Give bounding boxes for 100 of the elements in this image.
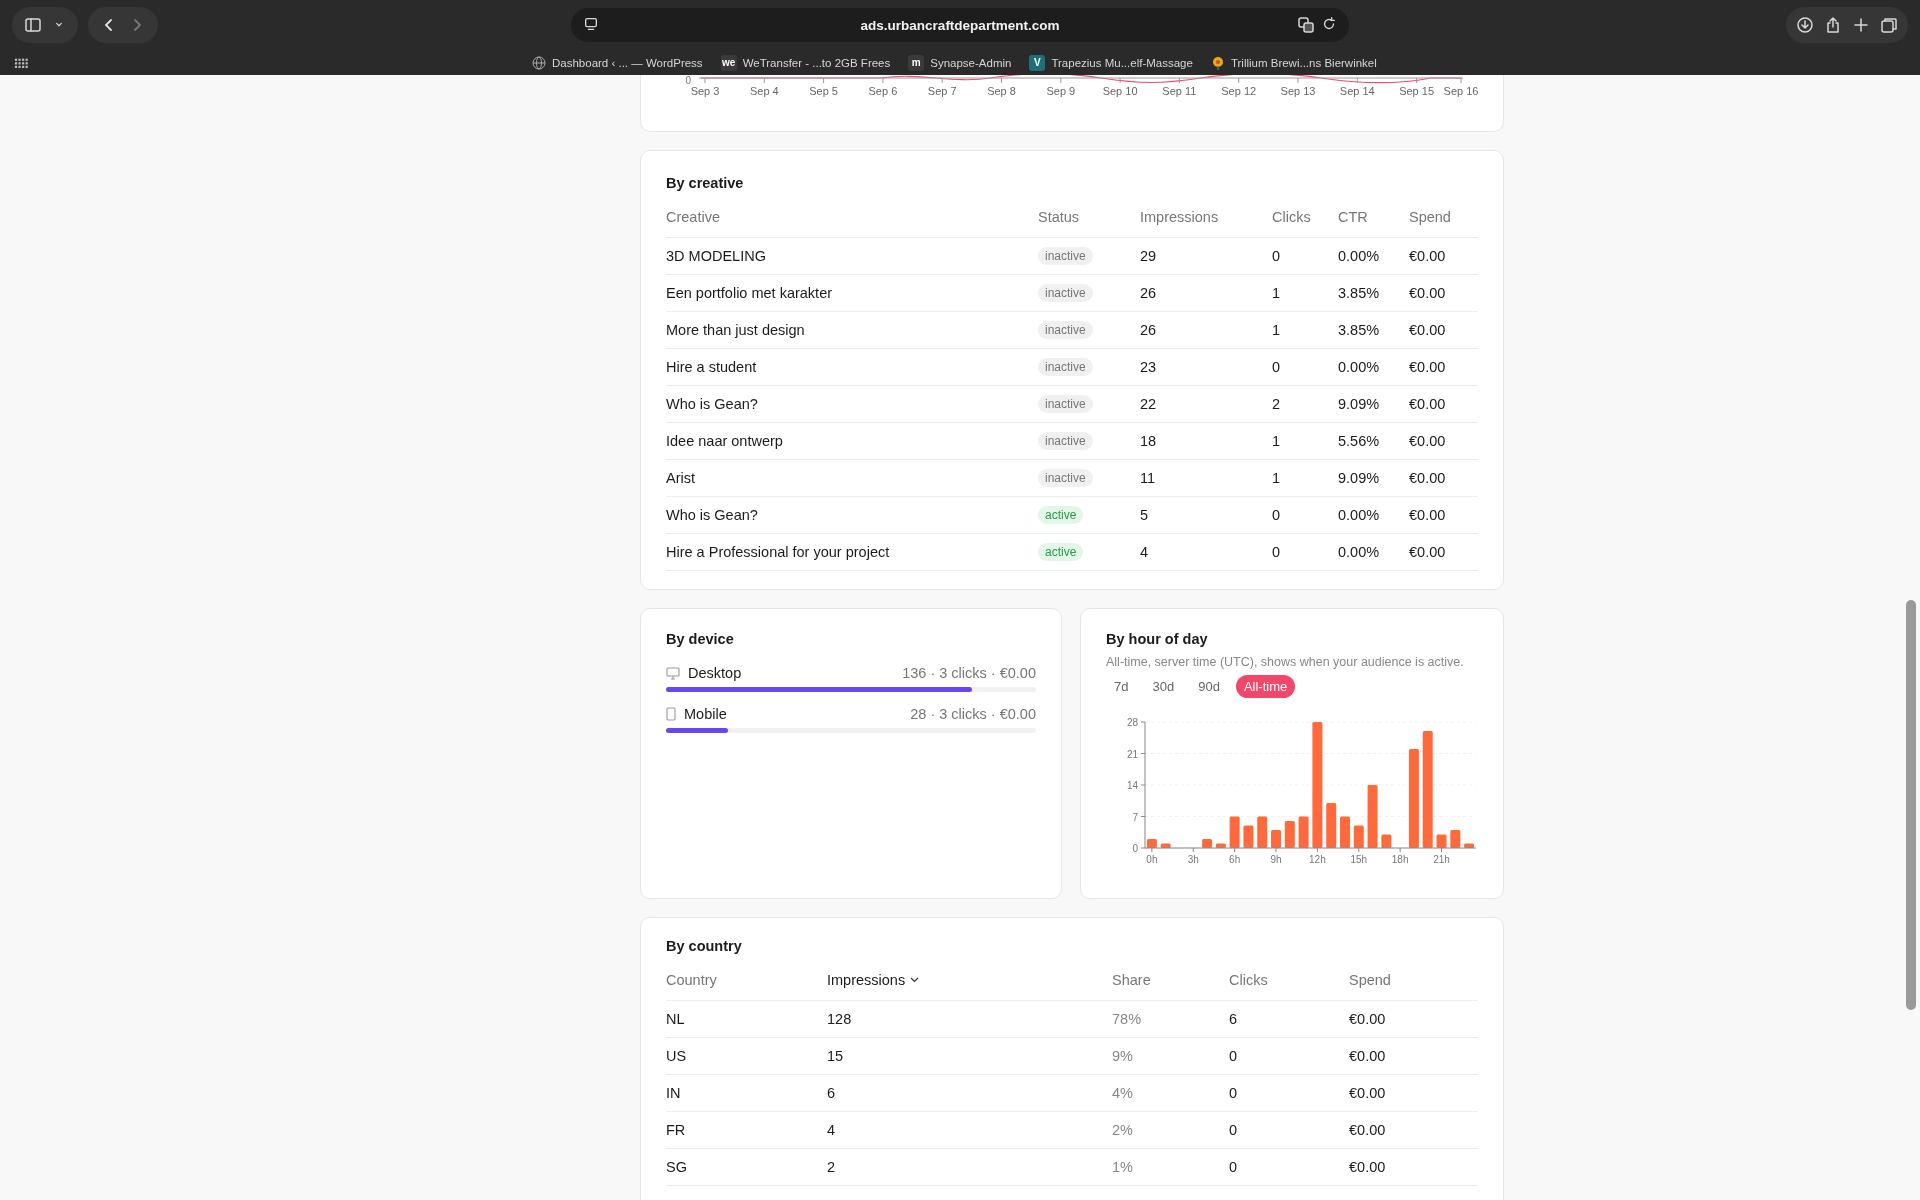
axis-label: Sep 3 <box>690 85 720 97</box>
status-badge: inactive <box>1038 358 1093 376</box>
range-tab[interactable]: 30d <box>1144 675 1183 698</box>
table-cell-text: 0.00% <box>1338 507 1381 523</box>
table-cell-text: 26 <box>1140 285 1158 301</box>
bar <box>1450 830 1461 848</box>
status-badge: inactive <box>1038 432 1093 450</box>
axis-label: Sep 6 <box>868 85 898 97</box>
table-cell-text: 1 <box>1272 470 1282 486</box>
column-header[interactable]: Country <box>666 972 827 988</box>
table-cell-text: 5 <box>1140 507 1150 523</box>
table-cell-text: €0.00 <box>1409 396 1447 412</box>
bar <box>1367 785 1378 848</box>
axis-label: Sep 12 <box>1221 85 1257 97</box>
column-header: Spend <box>1409 209 1452 225</box>
status-badge: inactive <box>1038 321 1093 339</box>
table-cell-text: €0.00 <box>1349 1159 1387 1175</box>
bookmark[interactable]: m Synapse-Admin <box>908 54 1012 71</box>
axis-label: Sep 15 <box>1399 85 1435 97</box>
table-cell-text: 0 <box>1229 1122 1239 1138</box>
favicon: we <box>720 54 737 71</box>
bar <box>1381 834 1392 848</box>
table-cell-text: FR <box>666 1122 687 1138</box>
device-label: Mobile <box>684 706 727 722</box>
table-cell-text: 4 <box>827 1122 837 1138</box>
download-icon[interactable] <box>1796 16 1814 34</box>
bar <box>1298 816 1309 848</box>
page-icon[interactable] <box>583 16 599 32</box>
axis-tick: 6h <box>1229 854 1241 865</box>
axis-label: Sep 7 <box>927 85 957 97</box>
range-tab[interactable]: 90d <box>1190 675 1228 698</box>
device-label: Desktop <box>688 665 742 681</box>
table-cell-text: Who is Gean? <box>666 507 759 523</box>
bookmark[interactable]: V Trapezius Mu...elf-Massage <box>1029 54 1193 71</box>
column-header[interactable]: Spend <box>1349 972 1478 988</box>
address-bar[interactable]: ads.urbancraftdepartment.com <box>571 8 1349 42</box>
table-cell-text: IN <box>666 1085 682 1101</box>
table-cell-text: Een portfolio met karakter <box>666 285 834 301</box>
table-cell-text: €0.00 <box>1409 359 1447 375</box>
column-header: Clicks <box>1272 209 1312 225</box>
phone-icon <box>666 707 676 721</box>
table-cell-text: €0.00 <box>1349 1122 1387 1138</box>
table-cell-text: 0 <box>1272 359 1282 375</box>
axis-tick: 18h <box>1391 854 1409 865</box>
axis-label: Sep 11 <box>1162 85 1197 97</box>
translate-icon[interactable] <box>1297 16 1315 34</box>
column-header[interactable]: Impressions <box>827 972 1112 988</box>
table-cell-text: 0 <box>1229 1048 1239 1064</box>
axis-tick: 9h <box>1270 854 1282 865</box>
axis-label: Sep 14 <box>1339 85 1375 97</box>
table-cell-text: 1 <box>1272 433 1282 449</box>
column-header: CTR <box>1338 209 1369 225</box>
favicon: m <box>908 54 925 71</box>
table-cell-text: Idee naar ontwerp <box>666 433 784 449</box>
table-cell-text: 22 <box>1140 396 1158 412</box>
range-tab[interactable]: All-time <box>1235 675 1296 698</box>
bookmark[interactable]: we WeTransfer - ...to 2GB Frees <box>720 54 891 71</box>
section-subtitle: All-time, server time (UTC), shows when your audience is active. <box>1106 655 1465 669</box>
bar <box>1284 821 1295 848</box>
axis-tick: 0h <box>1146 854 1158 865</box>
table-cell-text: 18 <box>1140 433 1158 449</box>
table-cell-text: 1 <box>1272 285 1282 301</box>
table-cell-text: 3.85% <box>1338 322 1381 338</box>
table-cell-text: 26 <box>1140 322 1158 338</box>
table-cell-text: 78% <box>1112 1011 1143 1027</box>
table-cell-text: 0.00% <box>1338 359 1381 375</box>
device-stats: 28 · 3 clicks · €0.00 <box>910 706 1036 722</box>
range-tab[interactable]: 7d <box>1106 675 1137 698</box>
bookmark[interactable]: Dashboard ‹ ... — WordPress <box>532 55 703 70</box>
axis-tick: 0 <box>1132 843 1138 854</box>
monitor-icon <box>666 666 680 680</box>
table-cell-text: €0.00 <box>1409 285 1447 301</box>
plus-icon[interactable] <box>1852 16 1870 34</box>
axis-label: Sep 16 <box>1443 85 1479 97</box>
table-cell-text: 0 <box>1272 507 1282 523</box>
scrollbar-thumb[interactable] <box>1906 600 1916 1010</box>
table-cell-text: NL <box>666 1011 686 1027</box>
share-icon[interactable] <box>1824 16 1842 34</box>
status-badge: active <box>1038 543 1084 561</box>
table-cell-text: 0.00% <box>1338 248 1381 264</box>
column-header[interactable]: Share <box>1112 972 1229 988</box>
bar <box>1271 830 1281 848</box>
table-cell-text: 23 <box>1140 359 1158 375</box>
table-cell-text: 5.56% <box>1338 433 1381 449</box>
table-cell-text: Hire a student <box>666 359 758 375</box>
status-badge: inactive <box>1038 247 1093 265</box>
bookmark[interactable]: Trillium Brewi...ns Bierwinkel <box>1210 55 1377 70</box>
table-cell-text: 6 <box>827 1085 837 1101</box>
reload-icon[interactable] <box>1321 16 1337 32</box>
column-header[interactable]: Clicks <box>1229 972 1349 988</box>
table-cell-text: Hire a Professional for your project <box>666 544 891 560</box>
sidebar-icon[interactable] <box>24 16 42 34</box>
table-cell-text: 0 <box>1272 248 1282 264</box>
axis-tick: 0 <box>685 75 691 86</box>
tabs-icon[interactable] <box>1880 16 1898 34</box>
axis-label: Sep 5 <box>809 85 838 97</box>
bar <box>1160 843 1171 848</box>
axis-tick: 14 <box>1126 780 1138 791</box>
table-cell-text: €0.00 <box>1409 322 1447 338</box>
table-cell-text: 0 <box>1272 544 1282 560</box>
